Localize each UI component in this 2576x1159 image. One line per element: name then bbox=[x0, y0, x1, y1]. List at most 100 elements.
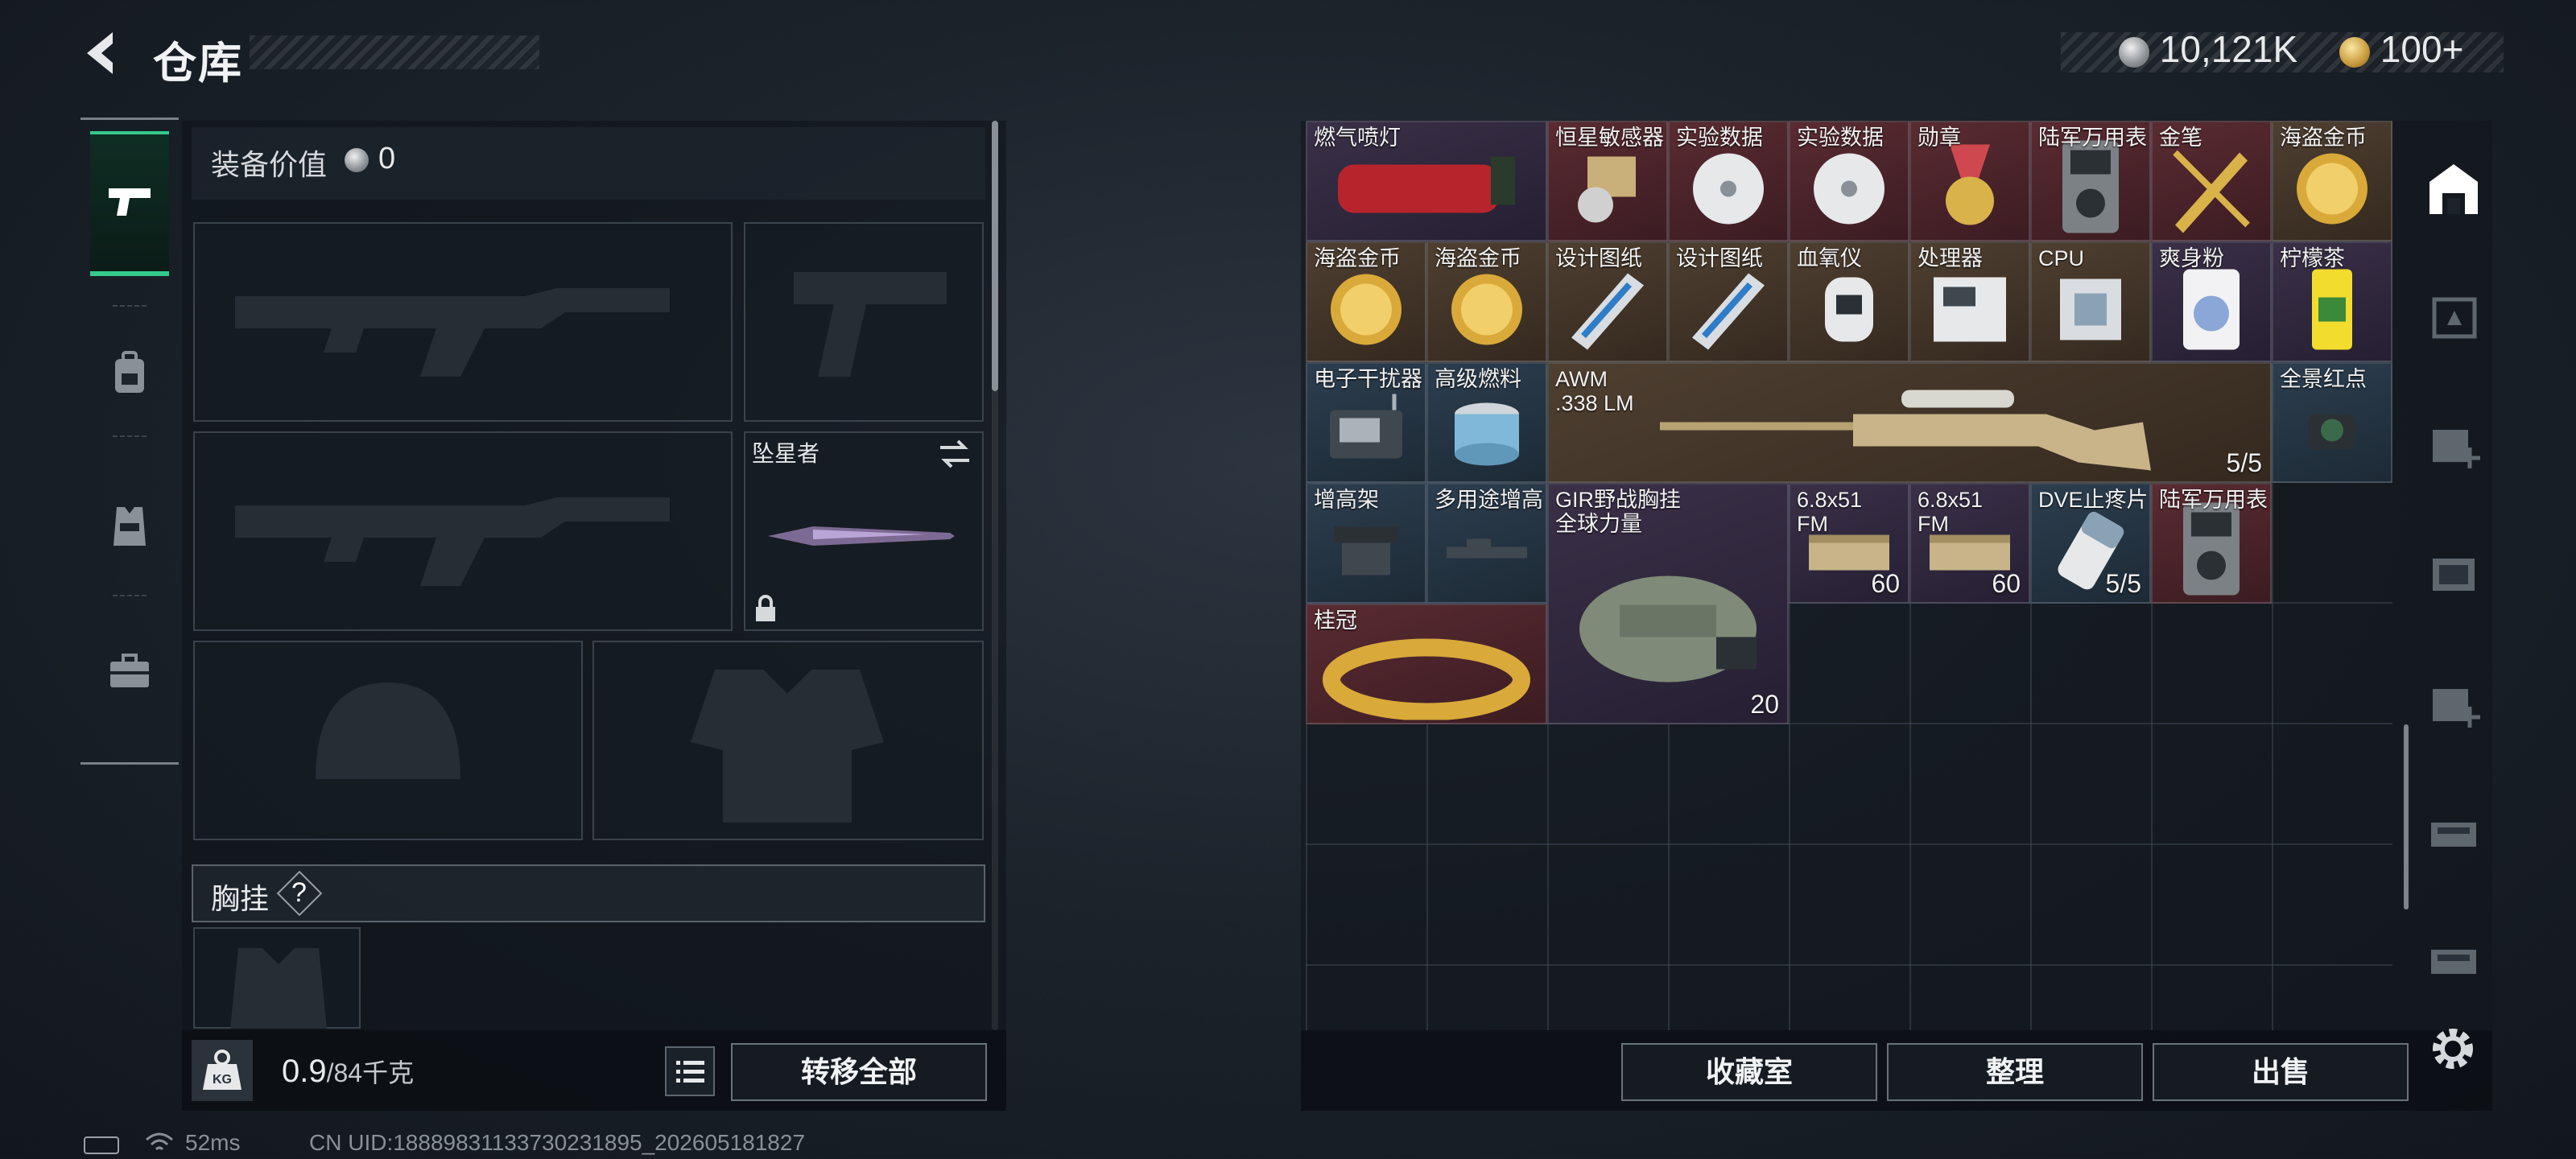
item-name: CPU bbox=[2038, 246, 2085, 270]
inventory-item[interactable]: 设计图纸 bbox=[1668, 241, 1789, 362]
inventory-item[interactable]: AWM .338 LM 5/5 bbox=[1547, 362, 2272, 483]
item-quantity: 5/5 bbox=[2226, 448, 2262, 477]
tab-backpack[interactable] bbox=[90, 329, 169, 418]
container-slot-3b-icon[interactable] bbox=[2423, 798, 2484, 860]
inventory-item[interactable]: CPU bbox=[2030, 241, 2151, 362]
warehouse-container-icon[interactable] bbox=[2423, 158, 2484, 219]
inventory-item[interactable]: 电子干扰器 bbox=[1306, 362, 1426, 483]
inventory-item[interactable]: 桂冠 bbox=[1306, 604, 1547, 724]
gold-currency[interactable]: 100+ bbox=[2339, 27, 2463, 71]
primary-weapon-slot[interactable] bbox=[193, 222, 733, 422]
title-decoration bbox=[250, 35, 539, 69]
inventory-item[interactable]: 高级燃料 bbox=[1426, 362, 1547, 483]
red-dot-sight-icon bbox=[2292, 398, 2372, 466]
help-icon-glyph: ? bbox=[291, 877, 307, 908]
helmet-slot[interactable] bbox=[193, 641, 583, 840]
inventory-item[interactable]: 血氧仪 bbox=[1789, 241, 1909, 362]
jammer-icon bbox=[1322, 394, 1410, 470]
container-slot-3c-icon[interactable] bbox=[2423, 926, 2484, 987]
rifle-silhouette-icon bbox=[235, 288, 670, 377]
chest-rig-label: 胸挂 bbox=[211, 882, 270, 915]
armor-slot[interactable] bbox=[592, 641, 984, 840]
weight-max: /84千克 bbox=[326, 1058, 415, 1087]
gold-coin-icon bbox=[1326, 269, 1406, 353]
item-quantity: 60 bbox=[1871, 569, 1900, 598]
tab-weapons[interactable] bbox=[90, 131, 169, 276]
inventory-item[interactable]: GIR野战胸挂 全球力量 20 bbox=[1547, 483, 1789, 724]
back-arrow-icon[interactable] bbox=[77, 27, 129, 79]
item-name: 金笔 bbox=[2159, 126, 2202, 150]
silver-coin-icon bbox=[345, 148, 369, 172]
inventory-item[interactable]: 实验数据 bbox=[1789, 121, 1909, 241]
item-name: 多用途增高 bbox=[1435, 488, 1543, 512]
blueprint-icon bbox=[1563, 265, 1652, 357]
container-slot-4-icon[interactable] bbox=[2423, 541, 2484, 602]
pistol-icon bbox=[109, 188, 151, 216]
inventory-item[interactable]: 爽身粉 bbox=[2151, 241, 2272, 362]
organize-button[interactable]: 整理 bbox=[1887, 1043, 2143, 1101]
silver-currency: 10,121K bbox=[2119, 27, 2297, 71]
inventory-item[interactable]: 海盗金币 bbox=[2272, 121, 2392, 241]
item-name: 海盗金币 bbox=[1314, 246, 1401, 270]
sidearm-slot[interactable] bbox=[744, 222, 984, 422]
item-name: 燃气喷灯 bbox=[1314, 126, 1401, 150]
inventory-item[interactable]: 金笔 bbox=[2151, 121, 2272, 241]
pistol-silhouette-icon bbox=[794, 272, 947, 377]
secondary-weapon-slot[interactable] bbox=[193, 431, 733, 631]
inventory-item[interactable]: 处理器 bbox=[1909, 241, 2030, 362]
weight-icon: KG bbox=[192, 1040, 253, 1101]
item-name: 高级燃料 bbox=[1435, 367, 1521, 391]
combat-knife-icon bbox=[768, 526, 955, 546]
melee-slot[interactable]: 坠星者 bbox=[744, 431, 984, 631]
inventory-item[interactable]: 设计图纸 bbox=[1547, 241, 1668, 362]
settings-gear-icon[interactable] bbox=[2426, 1022, 2479, 1075]
inventory-item[interactable]: 海盗金币 bbox=[1306, 241, 1426, 362]
container-slot-4-add-icon[interactable] bbox=[2423, 412, 2484, 473]
inventory-item[interactable]: 海盗金币 bbox=[1426, 241, 1547, 362]
item-name: 柠檬茶 bbox=[2280, 246, 2345, 270]
container-slot-3-icon[interactable] bbox=[2423, 287, 2484, 348]
user-uid: CN UID:1888983113373023189​5_20260518182… bbox=[309, 1130, 806, 1155]
multimeter-icon bbox=[2175, 502, 2248, 602]
inventory-item[interactable]: DVE止疼片 5/5 bbox=[2030, 483, 2151, 604]
laurel-crown-icon bbox=[1322, 623, 1531, 723]
inventory-item[interactable]: 实验数据 bbox=[1668, 121, 1789, 241]
blueprint-icon bbox=[1684, 265, 1773, 357]
gold-coin-icon bbox=[2292, 148, 2372, 233]
torch-icon bbox=[1330, 156, 1523, 225]
item-name: GIR野战胸挂 全球力量 bbox=[1555, 488, 1682, 536]
collection-room-button[interactable]: 收藏室 bbox=[1621, 1043, 1877, 1101]
transfer-all-button[interactable]: 转移全部 bbox=[731, 1043, 987, 1101]
inventory-item[interactable]: 柠檬茶 bbox=[2272, 241, 2392, 362]
item-name: AWM .338 LM bbox=[1555, 367, 1634, 415]
backpack-icon bbox=[115, 351, 144, 393]
container-slot-4b-add-icon[interactable] bbox=[2423, 671, 2484, 732]
warehouse-grid[interactable]: 燃气喷灯 恒星敏感器 实验数据 实验数据 勋章 陆军万用表 金笔 海盗金币 海盗金币 海盗金币 设计… bbox=[1306, 121, 2392, 1030]
inventory-item[interactable]: 增高架 bbox=[1306, 483, 1426, 604]
multimeter-icon bbox=[2054, 140, 2127, 240]
item-quantity: 20 bbox=[1750, 690, 1779, 719]
swap-icon[interactable] bbox=[937, 439, 972, 468]
inventory-item[interactable]: 陆军万用表 bbox=[2151, 483, 2272, 604]
inventory-item[interactable]: 6.8x51 FM 60 bbox=[1789, 483, 1909, 604]
inventory-item[interactable]: 多用途增高 bbox=[1426, 483, 1547, 604]
equipment-scrollbar[interactable] bbox=[992, 121, 998, 391]
inventory-item[interactable]: 燃气喷灯 bbox=[1306, 121, 1547, 241]
item-name: 电子干扰器 bbox=[1314, 367, 1422, 391]
sell-button[interactable]: 出售 bbox=[2153, 1043, 2409, 1101]
gold-coin-icon bbox=[1447, 269, 1527, 353]
silver-coin-icon bbox=[2119, 36, 2149, 68]
item-name: DVE止疼片 bbox=[2038, 488, 2149, 512]
inventory-item[interactable]: 勋章 bbox=[1909, 121, 2030, 241]
item-name: 海盗金币 bbox=[2280, 126, 2367, 150]
inventory-item[interactable]: 恒星敏感器 bbox=[1547, 121, 1668, 241]
chest-rig-slot[interactable] bbox=[193, 927, 361, 1029]
item-name: 实验数据 bbox=[1676, 126, 1763, 150]
inventory-item[interactable]: 陆军万用表 bbox=[2030, 121, 2151, 241]
inventory-item[interactable]: 6.8x51 FM 60 bbox=[1909, 483, 2030, 604]
tab-armor[interactable] bbox=[90, 482, 169, 571]
tab-case[interactable] bbox=[90, 627, 169, 716]
list-view-button[interactable] bbox=[665, 1046, 715, 1096]
inventory-item[interactable]: 全景红点 bbox=[2272, 362, 2392, 483]
item-quantity: 60 bbox=[1992, 569, 2021, 598]
